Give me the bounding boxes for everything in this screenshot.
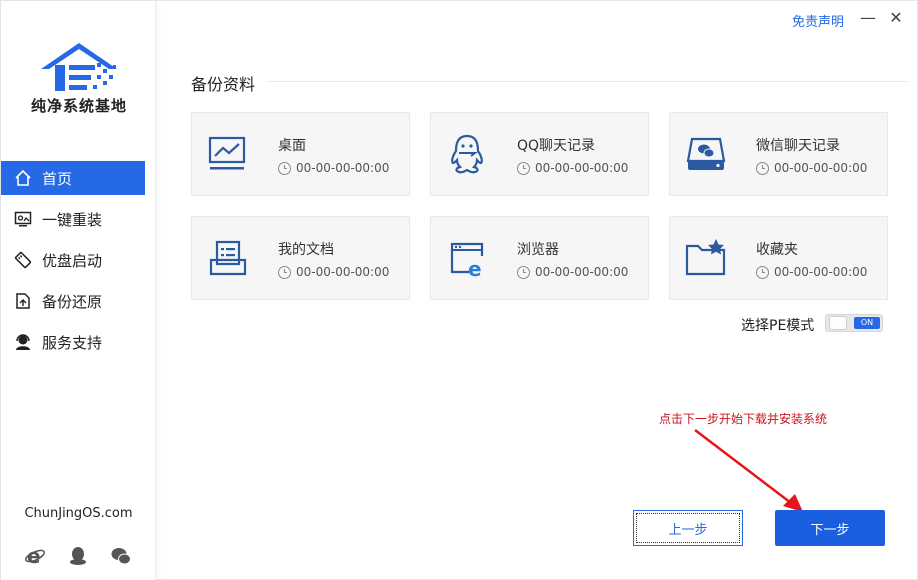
card-time: 00-00-00-00:00 bbox=[517, 265, 628, 279]
pe-mode-toggle[interactable]: ON bbox=[825, 314, 883, 332]
desktop-icon bbox=[206, 133, 250, 175]
qq-icon bbox=[445, 133, 489, 175]
install-hint: 点击下一步开始下载并安装系统 bbox=[659, 412, 828, 426]
sidebar-item-reinstall[interactable]: 一键重装 bbox=[1, 202, 156, 236]
toggle-state: ON bbox=[854, 317, 880, 329]
brand-name: 纯净系统基地 bbox=[30, 97, 127, 115]
card-time-value: 00-00-00-00:00 bbox=[535, 265, 629, 279]
close-button[interactable]: ✕ bbox=[888, 9, 904, 27]
sidebar-item-label: 一键重装 bbox=[42, 210, 103, 229]
backup-card-desktop[interactable]: 桌面 00-00-00-00:00 bbox=[191, 112, 410, 196]
next-step-button[interactable]: 下一步 bbox=[775, 510, 885, 546]
card-time-value: 00-00-00-00:00 bbox=[774, 265, 868, 279]
card-name: QQ聊天记录 bbox=[517, 138, 596, 154]
card-time: 00-00-00-00:00 bbox=[756, 265, 867, 279]
clock-icon bbox=[517, 161, 530, 175]
sidebar-item-backup-restore[interactable]: 备份还原 bbox=[1, 284, 156, 318]
card-time-value: 00-00-00-00:00 bbox=[296, 161, 390, 175]
minimize-button[interactable]: — bbox=[860, 9, 876, 27]
logo-house-icon bbox=[41, 43, 117, 91]
favorites-folder-icon bbox=[684, 237, 728, 279]
section-divider bbox=[266, 81, 909, 82]
card-time-value: 00-00-00-00:00 bbox=[774, 161, 868, 175]
sidebar-item-label: 备份还原 bbox=[42, 292, 103, 311]
wechat-icon[interactable] bbox=[109, 544, 133, 568]
clock-icon bbox=[278, 265, 291, 279]
card-time: 00-00-00-00:00 bbox=[517, 161, 628, 175]
prev-step-button[interactable]: 上一步 bbox=[633, 510, 743, 546]
documents-icon bbox=[206, 237, 250, 279]
card-name: 我的文档 bbox=[278, 242, 334, 258]
clock-icon bbox=[278, 161, 291, 175]
card-time: 00-00-00-00:00 bbox=[278, 265, 389, 279]
section-title: 备份资料 bbox=[191, 75, 256, 94]
brand-logo: 纯净系统基地 bbox=[29, 41, 129, 115]
sidebar-item-label: 首页 bbox=[42, 169, 73, 188]
backup-card-wechat[interactable]: 微信聊天记录 00-00-00-00:00 bbox=[669, 112, 888, 196]
pe-mode-label: 选择PE模式 bbox=[741, 318, 815, 334]
card-name: 收藏夹 bbox=[756, 242, 798, 258]
ie-browser-icon[interactable]: e bbox=[23, 544, 47, 568]
site-url: ChunJingOS.com bbox=[24, 506, 133, 521]
card-name: 浏览器 bbox=[517, 242, 559, 258]
clock-icon bbox=[517, 265, 530, 279]
svg-text:e: e bbox=[468, 257, 482, 278]
card-name: 桌面 bbox=[278, 138, 306, 154]
hint-arrow-icon bbox=[694, 429, 803, 512]
backup-card-favorites[interactable]: 收藏夹 00-00-00-00:00 bbox=[669, 216, 888, 300]
wechat-disk-icon bbox=[684, 133, 728, 175]
sidebar-item-usb-boot[interactable]: 优盘启动 bbox=[1, 243, 156, 277]
sidebar-nav: 首页 一键重装 优盘启动 备份还原 服务支持 bbox=[1, 161, 156, 366]
social-links: e bbox=[23, 544, 133, 568]
card-time: 00-00-00-00:00 bbox=[278, 161, 389, 175]
card-time-value: 00-00-00-00:00 bbox=[535, 161, 629, 175]
card-time: 00-00-00-00:00 bbox=[756, 161, 867, 175]
app-window: 纯净系统基地 首页 一键重装 优盘启动 备份还原 服务支持 ChunJingOS… bbox=[0, 0, 918, 580]
card-time-value: 00-00-00-00:00 bbox=[296, 265, 390, 279]
backup-card-documents[interactable]: 我的文档 00-00-00-00:00 bbox=[191, 216, 410, 300]
sidebar-item-home[interactable]: 首页 bbox=[1, 161, 145, 195]
toggle-knob bbox=[829, 316, 847, 330]
qq-icon[interactable] bbox=[66, 544, 90, 568]
home-icon bbox=[13, 168, 33, 188]
support-icon bbox=[13, 332, 33, 352]
sidebar: 纯净系统基地 首页 一键重装 优盘启动 备份还原 服务支持 ChunJingOS… bbox=[1, 1, 156, 580]
sidebar-item-label: 优盘启动 bbox=[42, 251, 103, 270]
backup-card-browser[interactable]: e 浏览器 00-00-00-00:00 bbox=[430, 216, 649, 300]
clock-icon bbox=[756, 265, 769, 279]
reinstall-icon bbox=[13, 209, 33, 229]
sidebar-item-label: 服务支持 bbox=[42, 333, 103, 352]
card-name: 微信聊天记录 bbox=[756, 138, 840, 154]
disclaimer-link[interactable]: 免责声明 bbox=[792, 11, 844, 30]
backup-restore-icon bbox=[13, 291, 33, 311]
backup-card-qq[interactable]: QQ聊天记录 00-00-00-00:00 bbox=[430, 112, 649, 196]
sidebar-item-support[interactable]: 服务支持 bbox=[1, 325, 156, 359]
browser-icon: e bbox=[445, 237, 489, 279]
clock-icon bbox=[756, 161, 769, 175]
usb-boot-icon bbox=[13, 250, 33, 270]
svg-text:e: e bbox=[27, 545, 41, 567]
